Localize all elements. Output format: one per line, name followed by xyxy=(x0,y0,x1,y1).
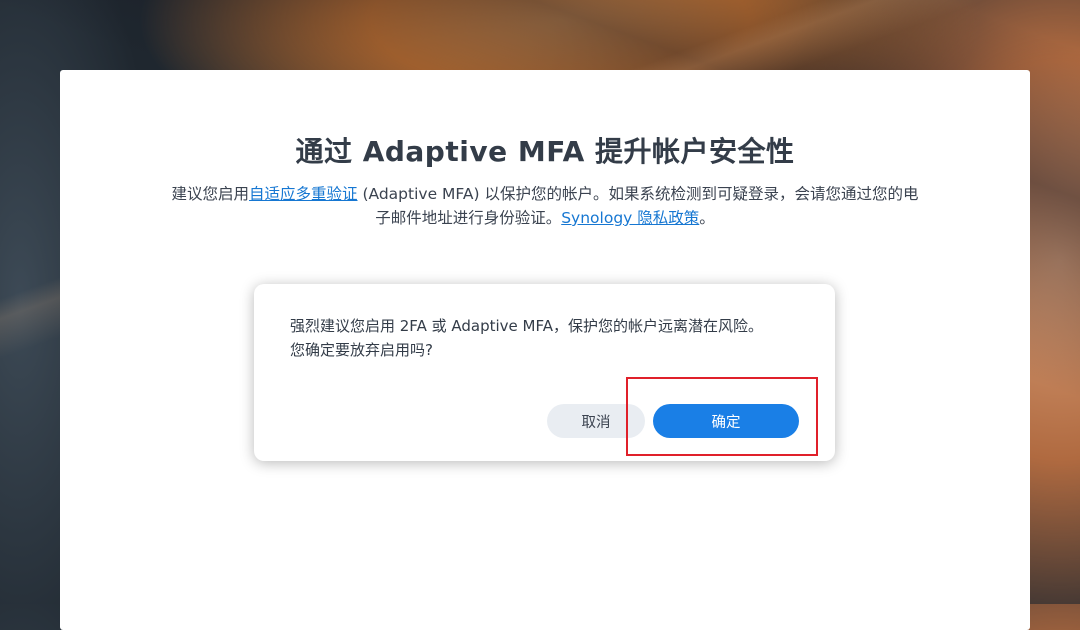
confirm-button[interactable]: 确定 xyxy=(653,404,799,438)
page-title: 通过 Adaptive MFA 提升帐户安全性 xyxy=(295,135,795,168)
page-description: 建议您启用自适应多重验证 (Adaptive MFA) 以保护您的帐户。如果系统… xyxy=(170,182,920,230)
adaptive-mfa-link[interactable]: 自适应多重验证 xyxy=(249,185,358,203)
privacy-policy-link[interactable]: Synology 隐私政策 xyxy=(561,209,699,227)
cancel-button[interactable]: 取消 xyxy=(547,404,645,438)
dialog-message: 强烈建议您启用 2FA 或 Adaptive MFA，保护您的帐户远离潜在风险。… xyxy=(290,314,810,362)
dialog-message-line-1: 强烈建议您启用 2FA 或 Adaptive MFA，保护您的帐户远离潜在风险。 xyxy=(290,317,763,335)
description-text-3: 。 xyxy=(699,209,715,227)
description-text-1: 建议您启用 xyxy=(171,185,250,203)
confirm-dialog: 强烈建议您启用 2FA 或 Adaptive MFA，保护您的帐户远离潜在风险。… xyxy=(254,284,835,461)
dialog-message-line-2: 您确定要放弃启用吗? xyxy=(290,341,433,359)
